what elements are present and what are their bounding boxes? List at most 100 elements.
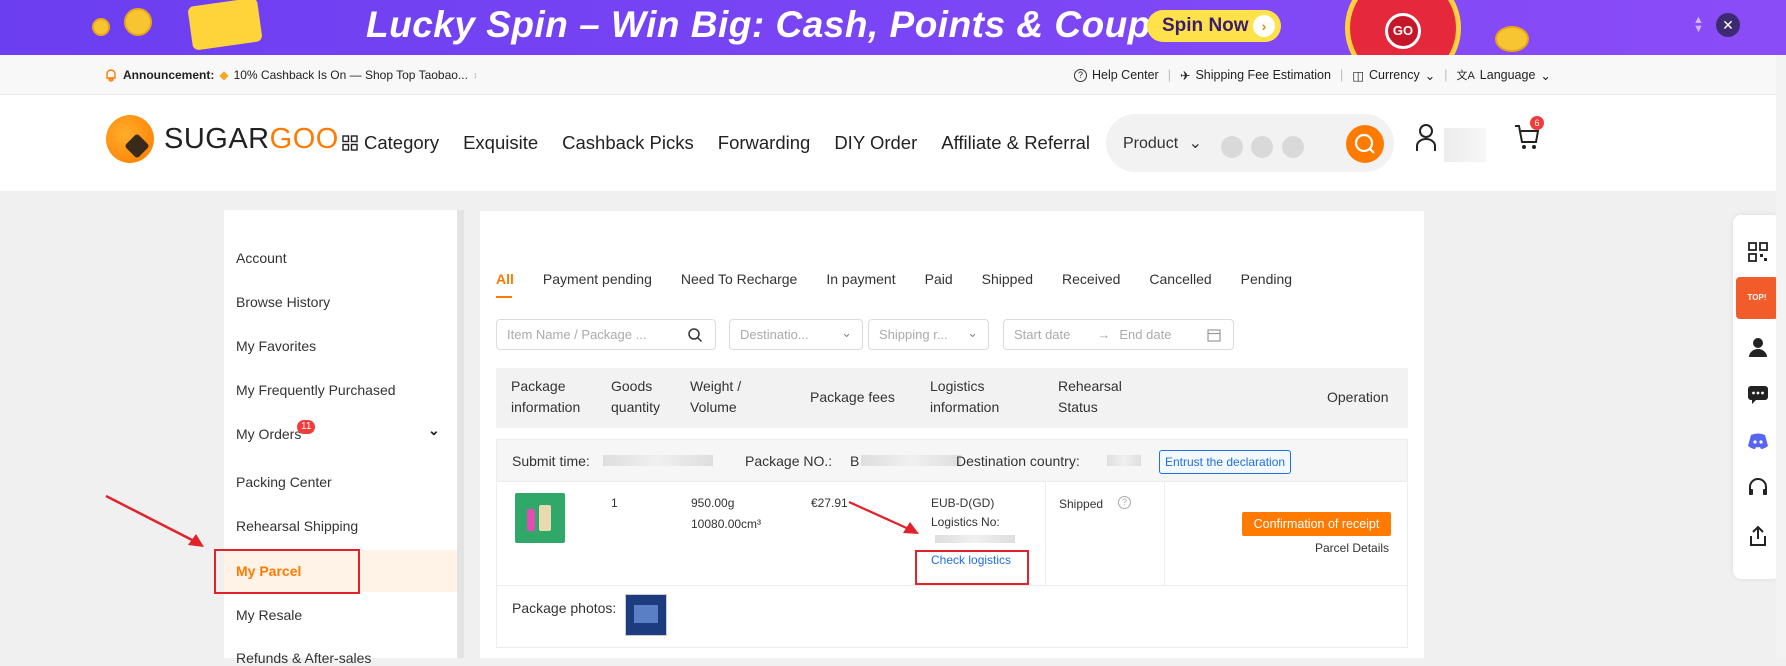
divider: | <box>1339 68 1344 82</box>
close-banner-button[interactable]: ✕ <box>1716 13 1740 37</box>
user-account-button[interactable] <box>1414 122 1438 157</box>
chat-icon[interactable] <box>1747 383 1769 405</box>
camera-search-icon[interactable] <box>1251 136 1273 158</box>
goods-quantity-value: 1 <box>611 496 618 510</box>
start-date-placeholder: Start date <box>1014 327 1071 342</box>
currency-dropdown[interactable]: ◫ Currency ⌄ <box>1352 68 1435 83</box>
destination-placeholder: Destinatio... <box>740 327 809 342</box>
grid-icon <box>342 135 358 151</box>
tab-pending[interactable]: Pending <box>1241 271 1292 287</box>
tab-need-to-recharge[interactable]: Need To Recharge <box>681 271 797 287</box>
date-range-picker[interactable]: Start date → End date <box>1003 319 1234 350</box>
tab-cancelled[interactable]: Cancelled <box>1149 271 1211 287</box>
package-photo-thumbnail[interactable] <box>625 594 667 636</box>
divider: | <box>1167 68 1171 82</box>
entrust-declaration-button[interactable]: Entrust the declaration <box>1159 450 1292 474</box>
link-search-icon[interactable] <box>1282 136 1304 158</box>
sidebar-item-favorites[interactable]: My Favorites <box>236 338 316 354</box>
promo-top-icon[interactable]: TOP! <box>1736 277 1778 319</box>
shipping-placeholder: Shipping r... <box>879 327 948 342</box>
product-thumbnail[interactable] <box>515 493 565 543</box>
package-fee-value: €27.91 <box>811 496 848 510</box>
discord-icon[interactable] <box>1747 430 1769 452</box>
chevron-down-icon: ⌄ <box>967 325 978 340</box>
nav-forwarding[interactable]: Forwarding <box>718 132 811 154</box>
spin-wheel[interactable]: GO <box>1345 0 1461 55</box>
nav-exquisite[interactable]: Exquisite <box>463 132 538 154</box>
annotation-arrow-icon <box>105 494 204 547</box>
highlight-box-check-logistics <box>915 550 1029 585</box>
arrow-right-icon: › <box>1253 15 1275 37</box>
wallet-icon: ◫ <box>1352 68 1364 83</box>
header-package-fees: Package fees <box>810 389 895 405</box>
promo-banner[interactable]: Lucky Spin – Win Big: Cash, Points & Cou… <box>0 0 1786 55</box>
header-logistics-info: Logistics information <box>930 376 999 418</box>
share-icon[interactable] <box>1747 525 1769 547</box>
headset-support-icon[interactable] <box>1747 477 1769 499</box>
top-links: ? Help Center | ✈ Shipping Fee Estimation … <box>1074 67 1551 83</box>
nav-category[interactable]: Category <box>342 132 439 154</box>
parcel-panel: All Payment pending Need To Recharge In … <box>480 211 1424 658</box>
sidebar-item-my-resale[interactable]: My Resale <box>236 607 302 623</box>
tab-paid[interactable]: Paid <box>925 271 953 287</box>
announcement-label: Announcement: <box>123 68 215 82</box>
confirm-receipt-button[interactable]: Confirmation of receipt <box>1242 512 1391 536</box>
search-bar[interactable]: Product ⌄ <box>1106 114 1394 172</box>
column-divider <box>1045 481 1046 586</box>
search-button[interactable] <box>1346 125 1384 163</box>
search-icon[interactable] <box>687 327 703 343</box>
tab-all[interactable]: All <box>496 271 514 298</box>
sidebar-item-rehearsal-shipping[interactable]: Rehearsal Shipping <box>236 518 358 534</box>
rehearsal-status-value: Shipped <box>1059 497 1104 511</box>
help-center-link[interactable]: ? Help Center <box>1074 68 1159 82</box>
nav-cashback-picks[interactable]: Cashback Picks <box>562 132 694 154</box>
nav-diy-order[interactable]: DIY Order <box>834 132 917 154</box>
sidebar-item-frequently-purchased[interactable]: My Frequently Purchased <box>236 382 396 398</box>
nav-category-label: Category <box>364 132 440 153</box>
parcel-details-link[interactable]: Parcel Details <box>1315 541 1389 555</box>
qr-code-icon[interactable] <box>1747 241 1769 263</box>
package-photo-image <box>634 605 658 623</box>
item-search-input[interactable]: Item Name / Package ... <box>496 319 716 350</box>
package-no-label: Package NO.: <box>745 453 833 469</box>
user-icon[interactable] <box>1747 336 1769 358</box>
tab-in-payment[interactable]: In payment <box>826 271 895 287</box>
tab-shipped[interactable]: Shipped <box>982 271 1033 287</box>
destination-select[interactable]: Destinatio... ⌄ <box>729 319 863 350</box>
language-label: Language <box>1479 68 1536 82</box>
logo-mark-icon <box>106 115 154 163</box>
tab-payment-pending[interactable]: Payment pending <box>543 271 652 287</box>
tab-received[interactable]: Received <box>1062 271 1120 287</box>
sidebar-item-packing-center[interactable]: Packing Center <box>236 474 332 490</box>
page-scrollbar[interactable] <box>1776 55 1786 658</box>
search-type-dropdown[interactable]: Product ⌄ <box>1123 133 1202 153</box>
user-icon <box>1416 124 1436 151</box>
help-icon[interactable]: ? <box>1118 496 1131 509</box>
header-text: Rehearsal <box>1058 378 1122 394</box>
announcement-text[interactable]: 10% Cashback Is On — Shop Top Taobao... <box>234 68 468 82</box>
nav-affiliate[interactable]: Affiliate & Referral <box>941 132 1090 154</box>
chevron-down-icon[interactable]: ⌄ <box>428 422 440 439</box>
sidebar-item-browse-history[interactable]: Browse History <box>236 294 330 310</box>
image-search-icon[interactable] <box>1221 136 1243 158</box>
coin-decoration <box>92 18 110 36</box>
sidebar-scrollbar[interactable] <box>457 210 464 658</box>
shipping-fee-label: Shipping Fee Estimation <box>1195 68 1331 82</box>
announcement[interactable]: Announcement: ◆ 10% Cashback Is On — Sho… <box>104 68 477 82</box>
shipping-route-select[interactable]: Shipping r... ⌄ <box>868 319 989 350</box>
sugargoo-logo[interactable]: SUGARGOO <box>106 115 339 163</box>
package-photos-label: Package photos: <box>512 600 617 616</box>
arrow-right-icon: → <box>1097 327 1111 342</box>
spin-now-button[interactable]: Spin Now › <box>1147 10 1281 42</box>
chevron-down-icon: ⌄ <box>1424 68 1436 83</box>
sidebar-item-my-orders[interactable]: My Orders <box>236 426 301 442</box>
column-divider <box>1164 481 1165 586</box>
sidebar-item-refunds[interactable]: Refunds & After-sales <box>236 650 371 666</box>
wheel-go-label: GO <box>1385 13 1421 49</box>
sidebar-item-account[interactable]: Account <box>236 250 287 266</box>
shipping-fee-link[interactable]: ✈ Shipping Fee Estimation <box>1180 68 1331 83</box>
chevron-down-icon: ⌄ <box>1540 68 1551 83</box>
logo-text-b: GOO <box>269 122 339 155</box>
package-no-blurred <box>861 455 961 466</box>
language-dropdown[interactable]: 文A Language ⌄ <box>1456 67 1550 83</box>
